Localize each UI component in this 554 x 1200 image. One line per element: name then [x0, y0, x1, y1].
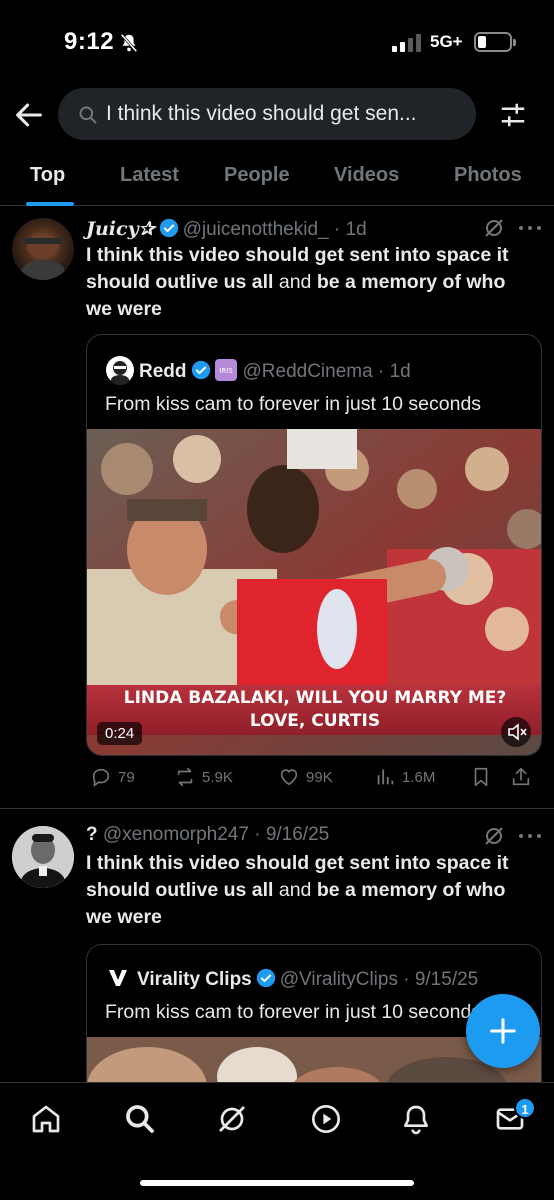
heart-icon	[280, 769, 298, 786]
display-name[interactable]: Juicy✰	[86, 218, 155, 240]
display-name: Virality Clips	[137, 969, 252, 990]
post-header: Juicy✰ @juicenotthekid_ · 1d	[86, 218, 367, 241]
search-icon	[79, 106, 97, 124]
affiliate-badge-icon: IRIS	[214, 359, 237, 381]
views-button[interactable]: 1.6M	[374, 766, 435, 788]
video-play-icon[interactable]	[310, 1103, 342, 1135]
quote-text: From kiss cam to forever in just 10 seco…	[105, 1001, 482, 1023]
more-options-icon[interactable]	[518, 832, 542, 840]
quote-text: From kiss cam to forever in just 10 seco…	[105, 393, 482, 415]
verified-badge-icon	[191, 360, 210, 380]
avatar[interactable]	[12, 826, 74, 888]
network-type: 5G+	[430, 32, 463, 51]
grok-icon[interactable]	[482, 824, 506, 848]
back-arrow-icon[interactable]	[12, 98, 46, 132]
quoted-post[interactable]: Redd IRIS @ReddCinema · 1d From kiss cam t…	[86, 334, 542, 756]
bell-slash-icon	[120, 33, 138, 53]
repost-button[interactable]: 5.9K	[174, 766, 233, 788]
status-time: 9:12	[64, 28, 115, 55]
video-player[interactable]: LINDA BAZALAKI, WILL YOU MARRY ME? LOVE,…	[87, 429, 541, 755]
like-button[interactable]: 99K	[278, 766, 333, 788]
display-name: Redd	[139, 361, 187, 382]
reply-icon	[92, 768, 110, 787]
compose-post-button[interactable]	[466, 994, 540, 1068]
quote-header: Virality Clips @ViralityClips · 9/15/25	[105, 965, 478, 991]
user-handle: @ViralityClips	[279, 969, 398, 990]
video-caption: LINDA BAZALAKI, WILL YOU MARRY ME? LOVE,…	[87, 685, 541, 735]
user-handle: @ReddCinema	[242, 361, 373, 382]
filter-settings-icon[interactable]	[498, 100, 528, 130]
post-time: · 9/15/25	[403, 969, 479, 990]
repost-icon	[177, 767, 193, 787]
cellular-signal-icon	[392, 34, 421, 52]
tab-top[interactable]: Top	[30, 164, 65, 187]
battery-icon	[474, 32, 516, 52]
status-bar: 9:12 5G+	[0, 0, 554, 86]
verified-badge-icon	[256, 968, 275, 988]
grok-icon[interactable]	[216, 1103, 248, 1135]
more-options-icon[interactable]	[518, 224, 542, 232]
notifications-bell-icon[interactable]	[400, 1103, 432, 1135]
mute-button[interactable]	[501, 717, 531, 747]
verified-badge-icon	[159, 218, 178, 238]
plus-icon	[490, 1018, 516, 1044]
home-indicator	[140, 1180, 414, 1186]
grok-icon[interactable]	[482, 216, 506, 240]
tab-photos[interactable]: Photos	[454, 164, 522, 187]
post-text: I think this video should get sent into …	[86, 852, 509, 928]
tab-videos[interactable]: Videos	[334, 164, 399, 187]
post-time: · 1d	[333, 219, 367, 240]
avatar	[106, 356, 134, 385]
post-header: ? @xenomorph247 · 9/16/25	[86, 824, 329, 846]
speaker-muted-icon	[508, 723, 527, 741]
post[interactable]: Juicy✰ @juicenotthekid_ · 1d I think this…	[0, 206, 554, 806]
svg-text:IRIS: IRIS	[219, 367, 233, 375]
search-query: I think this video should get sen...	[106, 102, 417, 125]
share-button[interactable]	[510, 766, 538, 788]
display-name[interactable]: ?	[86, 824, 98, 845]
reply-button[interactable]: 79	[90, 766, 135, 788]
search-tabs: Top Latest People Videos Photos	[0, 150, 554, 206]
tab-people[interactable]: People	[224, 164, 290, 187]
search-icon[interactable]	[124, 1103, 156, 1135]
bookmark-button[interactable]	[470, 766, 498, 788]
views-chart-icon	[377, 769, 394, 785]
tab-latest[interactable]: Latest	[120, 164, 179, 187]
share-icon	[512, 767, 530, 786]
post-time: · 1d	[377, 361, 411, 382]
home-icon[interactable]	[30, 1103, 62, 1135]
avatar	[109, 970, 127, 986]
post-divider	[0, 808, 554, 809]
quote-header: Redd IRIS @ReddCinema · 1d	[105, 355, 411, 385]
user-handle[interactable]: @juicenotthekid_	[183, 219, 329, 240]
post-text: I think this video should get sent into …	[86, 244, 509, 320]
search-input[interactable]: I think this video should get sen...	[58, 88, 476, 140]
post-time: · 9/16/25	[254, 824, 330, 845]
video-duration: 0:24	[97, 722, 143, 745]
avatar[interactable]	[12, 218, 74, 280]
post-actions: 79 5.9K 99K 1.6M	[86, 766, 542, 796]
user-handle[interactable]: @xenomorph247	[103, 824, 249, 845]
messages-badge: 1	[514, 1097, 536, 1119]
bookmark-icon	[474, 767, 488, 787]
